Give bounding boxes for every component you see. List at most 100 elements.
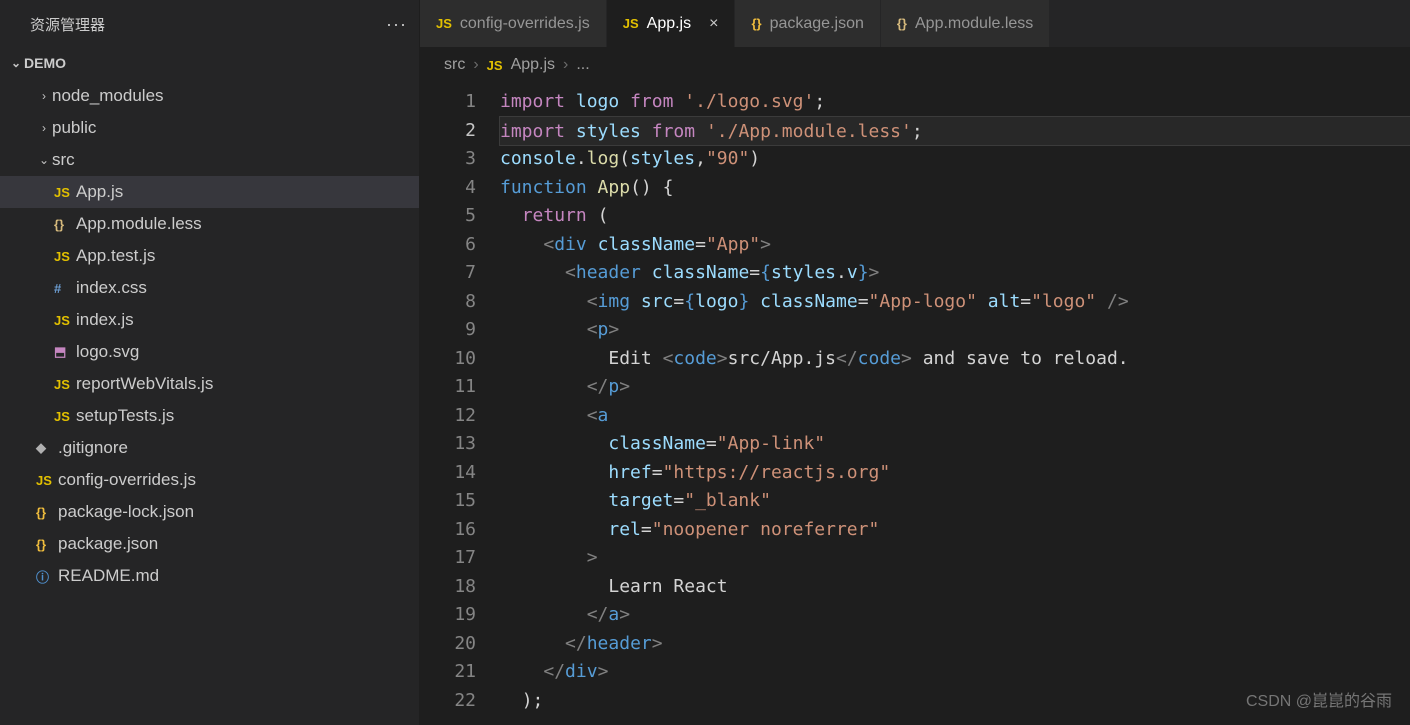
file-row[interactable]: JSApp.test.js	[0, 240, 419, 272]
code-line[interactable]: <a	[500, 402, 1410, 431]
file-row[interactable]: #index.css	[0, 272, 419, 304]
project-root[interactable]: ⌄ DEMO	[0, 48, 419, 78]
line-number: 16	[420, 516, 476, 545]
tree-item-label: node_modules	[52, 86, 164, 106]
code-line[interactable]: );	[500, 687, 1410, 716]
ellipsis-icon[interactable]: ···	[386, 14, 407, 35]
tree-item-label: public	[52, 118, 96, 138]
tree-item-label: logo.svg	[76, 342, 139, 362]
code-line[interactable]: console.log(styles,"90")	[500, 145, 1410, 174]
file-row[interactable]: ⬒logo.svg	[0, 336, 419, 368]
breadcrumb-segment[interactable]: App.js	[511, 56, 555, 74]
js-icon: JS	[487, 58, 503, 73]
tree-item-label: .gitignore	[58, 438, 128, 458]
line-number: 4	[420, 174, 476, 203]
breadcrumb[interactable]: src › JS App.js › ...	[420, 48, 1410, 82]
code-line[interactable]: </header>	[500, 630, 1410, 659]
file-row[interactable]: {}package-lock.json	[0, 496, 419, 528]
line-number: 11	[420, 373, 476, 402]
code-line[interactable]: </a>	[500, 601, 1410, 630]
tree-item-label: src	[52, 150, 75, 170]
editor-tab[interactable]: JS config-overrides.js	[420, 0, 607, 47]
code-line[interactable]: </div>	[500, 658, 1410, 687]
code-line[interactable]: function App() {	[500, 174, 1410, 203]
folder-row[interactable]: ⌄src	[0, 144, 419, 176]
file-row[interactable]: ◆.gitignore	[0, 432, 419, 464]
tab-label: App.js	[647, 15, 691, 33]
file-row[interactable]: {}App.module.less	[0, 208, 419, 240]
line-number: 21	[420, 658, 476, 687]
code-line[interactable]: return (	[500, 202, 1410, 231]
file-row[interactable]: JSApp.js	[0, 176, 419, 208]
line-gutter: 12345678910111213141516171819202122	[420, 82, 490, 725]
code-area: 12345678910111213141516171819202122 impo…	[420, 82, 1410, 725]
code-line[interactable]: className="App-link"	[500, 430, 1410, 459]
file-row[interactable]: ⓘREADME.md	[0, 560, 419, 592]
line-number: 13	[420, 430, 476, 459]
file-type-icon: JS	[36, 473, 58, 488]
file-type-icon: JS	[54, 409, 76, 424]
project-name: DEMO	[24, 55, 66, 71]
code-line[interactable]: import logo from './logo.svg';	[500, 88, 1410, 117]
file-type-icon: #	[54, 281, 76, 296]
chevron-right-icon: ›	[471, 56, 480, 74]
breadcrumb-tail[interactable]: ...	[576, 56, 589, 74]
tree-item-label: App.module.less	[76, 214, 202, 234]
tree-item-label: App.js	[76, 182, 123, 202]
code-line[interactable]: </p>	[500, 373, 1410, 402]
code-line[interactable]: <div className="App">	[500, 231, 1410, 260]
tab-label: config-overrides.js	[460, 15, 590, 33]
code-line[interactable]: import styles from './App.module.less';	[500, 117, 1410, 146]
tab-label: App.module.less	[915, 15, 1033, 33]
folder-row[interactable]: ›node_modules	[0, 80, 419, 112]
tab-bar: JSconfig-overrides.jsJSApp.js×{}package.…	[420, 0, 1410, 48]
editor-tab[interactable]: {} App.module.less	[881, 0, 1050, 47]
code-content[interactable]: import logo from './logo.svg';import sty…	[490, 82, 1410, 725]
file-row[interactable]: JSconfig-overrides.js	[0, 464, 419, 496]
line-number: 7	[420, 259, 476, 288]
chevron-down-icon: ⌄	[36, 153, 52, 167]
chevron-right-icon: ›	[36, 89, 52, 103]
line-number: 18	[420, 573, 476, 602]
code-line[interactable]: <p>	[500, 316, 1410, 345]
tree-item-label: App.test.js	[76, 246, 155, 266]
tab-label: package.json	[770, 15, 864, 33]
close-icon[interactable]: ×	[709, 15, 718, 33]
editor-tab[interactable]: JSApp.js×	[607, 0, 736, 47]
file-type-icon: ⬒	[54, 344, 76, 360]
line-number: 10	[420, 345, 476, 374]
tree-item-label: index.css	[76, 278, 147, 298]
code-line[interactable]: rel="noopener noreferrer"	[500, 516, 1410, 545]
tree-item-label: config-overrides.js	[58, 470, 196, 490]
line-number: 5	[420, 202, 476, 231]
file-row[interactable]: JSsetupTests.js	[0, 400, 419, 432]
tree-item-label: README.md	[58, 566, 159, 586]
file-row[interactable]: JSreportWebVitals.js	[0, 368, 419, 400]
code-line[interactable]: <img src={logo} className="App-logo" alt…	[500, 288, 1410, 317]
chevron-down-icon: ⌄	[8, 56, 24, 70]
file-type-icon: JS	[54, 185, 76, 200]
folder-row[interactable]: ›public	[0, 112, 419, 144]
file-row[interactable]: {}package.json	[0, 528, 419, 560]
line-number: 20	[420, 630, 476, 659]
file-type-icon: {}	[36, 505, 58, 520]
code-line[interactable]: Learn React	[500, 573, 1410, 602]
file-type-icon: {}	[897, 16, 907, 31]
code-line[interactable]: >	[500, 544, 1410, 573]
tree-item-label: package-lock.json	[58, 502, 194, 522]
file-type-icon: {}	[54, 217, 76, 232]
code-line[interactable]: Edit <code>src/App.js</code> and save to…	[500, 345, 1410, 374]
code-line[interactable]: <header className={styles.v}>	[500, 259, 1410, 288]
tree-item-label: package.json	[58, 534, 158, 554]
editor-area: JSconfig-overrides.jsJSApp.js×{}package.…	[420, 0, 1410, 725]
file-type-icon: JS	[436, 16, 452, 31]
breadcrumb-segment[interactable]: src	[444, 56, 465, 74]
code-line[interactable]: target="_blank"	[500, 487, 1410, 516]
line-number: 2	[420, 117, 476, 146]
line-number: 17	[420, 544, 476, 573]
file-row[interactable]: JSindex.js	[0, 304, 419, 336]
line-number: 14	[420, 459, 476, 488]
file-type-icon: JS	[54, 377, 76, 392]
editor-tab[interactable]: {}package.json	[735, 0, 880, 47]
code-line[interactable]: href="https://reactjs.org"	[500, 459, 1410, 488]
